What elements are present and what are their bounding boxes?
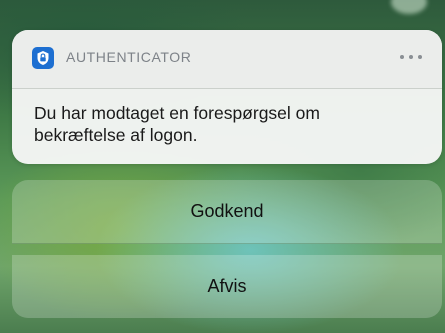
ellipsis-icon xyxy=(418,55,422,59)
ellipsis-icon xyxy=(409,55,413,59)
app-name: AUTHENTICATOR xyxy=(66,49,192,65)
notification-message: Du har modtaget en forespørgsel om bekræ… xyxy=(34,103,320,145)
notification-header: AUTHENTICATOR xyxy=(12,30,442,89)
approve-button-label: Godkend xyxy=(190,201,264,221)
background-highlight xyxy=(391,0,427,14)
lock-shield-icon xyxy=(37,51,49,65)
more-options-button[interactable] xyxy=(394,46,428,68)
ellipsis-icon xyxy=(400,55,404,59)
deny-button-label: Afvis xyxy=(207,276,247,296)
authenticator-app-icon xyxy=(32,47,54,69)
deny-button[interactable]: Afvis xyxy=(12,255,442,318)
notification-card[interactable]: AUTHENTICATOR Du har modtaget en forespø… xyxy=(12,30,442,164)
approve-button[interactable]: Godkend xyxy=(12,180,442,244)
